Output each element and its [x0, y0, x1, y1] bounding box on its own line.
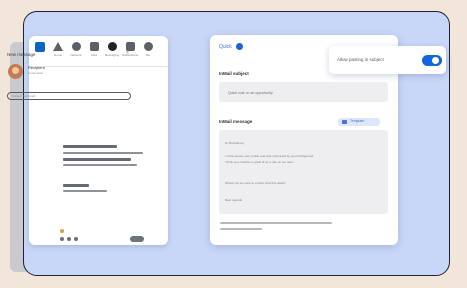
compose-title: New message	[7, 52, 36, 57]
nav-home-label: Home	[53, 53, 62, 57]
info-badge-icon	[235, 43, 243, 50]
inmail-message-field[interactable]	[219, 130, 388, 214]
tab-quick[interactable]: Quick	[219, 44, 232, 50]
attach-icon[interactable]	[67, 237, 71, 241]
inmail-message-title: InMail message	[219, 119, 253, 124]
message-line: Hi {firstName},	[225, 141, 245, 145]
nav-home[interactable]: Home	[51, 42, 65, 57]
nav-me-label: Me	[145, 53, 151, 57]
nav-jobs[interactable]: Jobs	[87, 42, 101, 57]
network-icon	[71, 42, 81, 51]
message-line: Best regards	[225, 198, 243, 202]
body-text-line	[63, 164, 137, 166]
nav-messaging[interactable]: Messaging	[105, 42, 119, 57]
messaging-icon	[107, 42, 117, 51]
inmail-subject-title: InMail subject	[219, 71, 249, 76]
toggle-label: Allow pasting in subject	[337, 57, 384, 62]
linkedin-compose-mock: Home Network Jobs Messaging Notification…	[29, 36, 168, 245]
message-line: I think you could be a great fit for a r…	[225, 160, 295, 164]
send-button[interactable]	[130, 236, 144, 242]
nav-jobs-label: Jobs	[90, 53, 98, 57]
message-line: I came across your profile and was impre…	[225, 154, 315, 158]
note-text-line	[220, 228, 262, 230]
home-icon	[53, 42, 63, 51]
subject-input[interactable]: Subject (optional)	[7, 92, 131, 100]
body-text-line	[63, 152, 143, 154]
me-icon	[143, 42, 153, 51]
avatar	[8, 64, 23, 79]
nav-messaging-label: Messaging	[104, 53, 120, 57]
body-text-line	[63, 158, 131, 161]
nav-notifications-label: Notifications	[121, 53, 139, 57]
recipient-name: Recipient	[28, 65, 45, 70]
body-text-line	[63, 145, 117, 148]
toggle-knob	[432, 57, 439, 64]
nav-network[interactable]: Network	[69, 42, 83, 57]
nav-logo[interactable]	[33, 42, 47, 52]
message-line: Would you be open to a short chat this w…	[225, 181, 286, 185]
recipient-meta: Connection	[28, 71, 44, 75]
gif-icon[interactable]	[74, 237, 78, 241]
note-text-line	[220, 222, 332, 224]
linkedin-logo-icon	[35, 42, 45, 52]
nav-me[interactable]: Me	[141, 42, 155, 57]
panel-tabs: Quick	[219, 43, 243, 50]
template-icon	[342, 120, 347, 124]
nav-network-label: Network	[70, 53, 82, 57]
body-text-line	[63, 184, 89, 187]
inmail-subject-value: Quick note on an opportunity	[228, 91, 273, 95]
top-nav: Home Network Jobs Messaging Notification…	[29, 36, 168, 66]
body-text-line	[63, 190, 107, 192]
image-icon[interactable]	[60, 237, 64, 241]
premium-icon	[60, 229, 64, 233]
template-tag-label: Template	[350, 119, 365, 123]
jobs-icon	[89, 42, 99, 51]
close-icon[interactable]: ×	[126, 50, 129, 56]
nav-divider	[29, 66, 168, 67]
